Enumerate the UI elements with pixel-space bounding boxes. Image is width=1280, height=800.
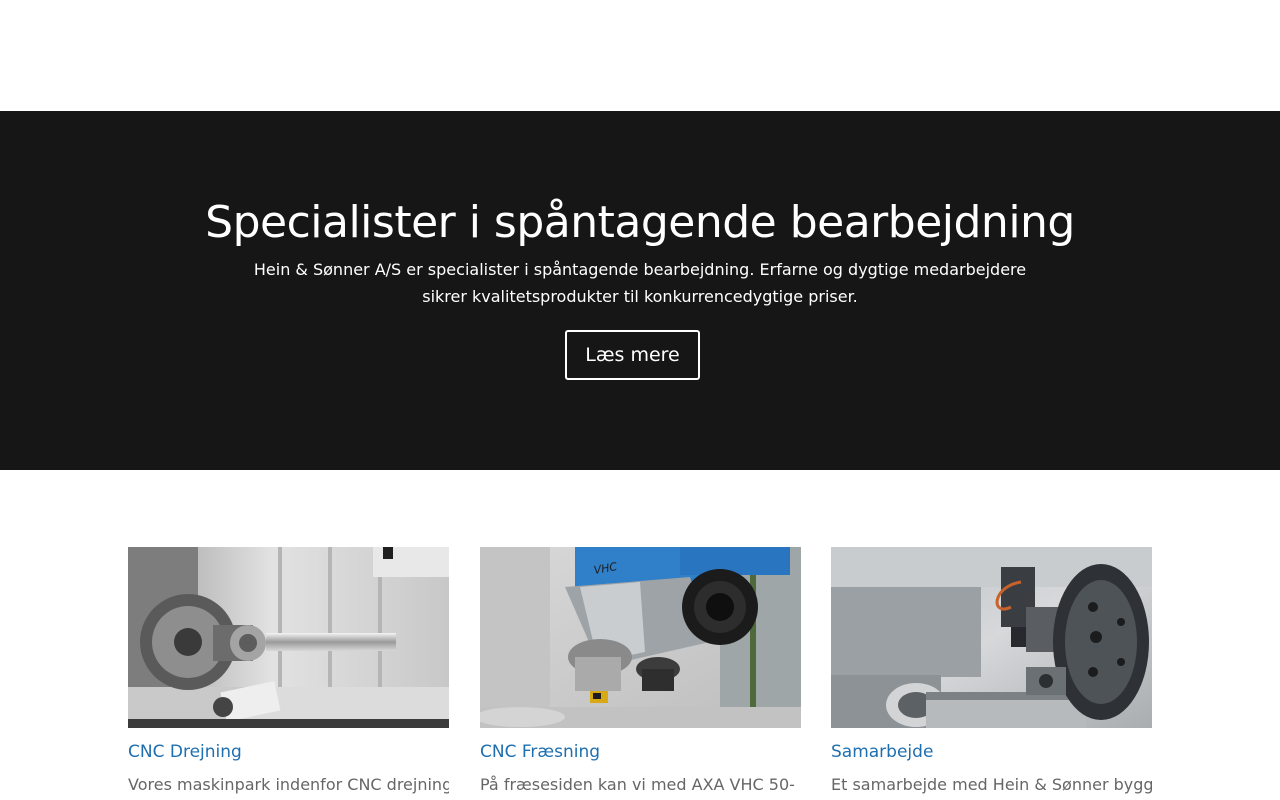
service-card-cnc-fraesning: VHC CNC Fræsning På fræsesiden kan vi me… bbox=[480, 547, 801, 798]
hero-section: Specialister i spåntagende bearbejdning … bbox=[0, 111, 1280, 470]
service-title[interactable]: CNC Fræsning bbox=[480, 740, 801, 764]
machined-part-image[interactable] bbox=[831, 547, 1152, 728]
hero-title: Specialister i spåntagende bearbejdning bbox=[205, 197, 1075, 248]
service-card-cnc-drejning: CNC Drejning Vores maskinpark indenfor C… bbox=[128, 547, 449, 798]
service-title[interactable]: Samarbejde bbox=[831, 740, 1152, 764]
services-section: CNC Drejning Vores maskinpark indenfor C… bbox=[0, 470, 1280, 800]
service-text: På fræsesiden kan vi med AXA VHC 50- bbox=[480, 775, 795, 794]
cnc-lathe-image[interactable] bbox=[128, 547, 449, 728]
hero-description: Hein & Sønner A/S er specialister i spån… bbox=[253, 260, 1027, 306]
read-more-button[interactable]: Læs mere bbox=[565, 330, 700, 380]
site-header bbox=[0, 0, 1280, 111]
service-text: Vores maskinpark indenfor CNC drejning bbox=[128, 775, 449, 794]
cnc-milling-image[interactable]: VHC bbox=[480, 547, 801, 728]
service-card-samarbejde: Samarbejde Et samarbejde med Hein & Sønn… bbox=[831, 547, 1152, 798]
service-text: Et samarbejde med Hein & Sønner bygger bbox=[831, 775, 1152, 794]
service-title[interactable]: CNC Drejning bbox=[128, 740, 449, 764]
